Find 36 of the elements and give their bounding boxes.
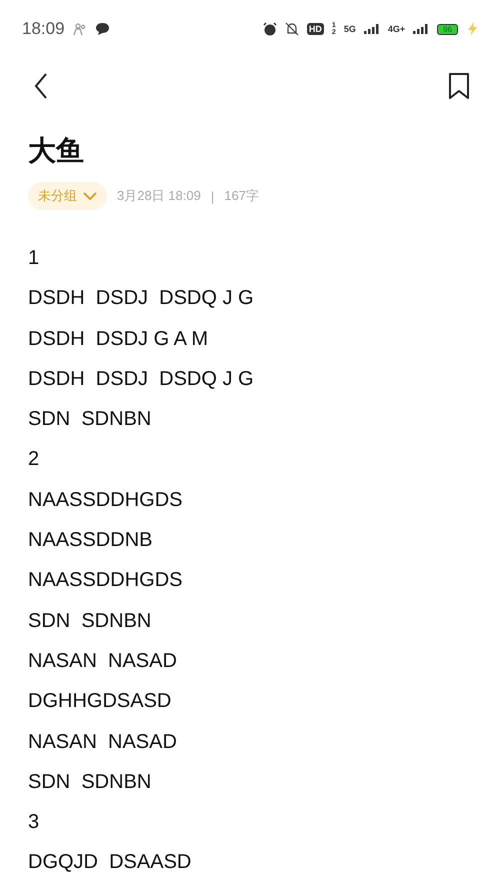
note-line: NAASSDDHGDS <box>28 488 184 513</box>
message-icon <box>94 22 110 36</box>
word-count: 167字 <box>224 187 259 205</box>
signal-icon <box>364 24 380 34</box>
group-dropdown[interactable]: 未分组 <box>28 182 107 210</box>
separator: | <box>210 188 214 204</box>
note-line: 3 <box>28 810 40 836</box>
battery-icon: 96 <box>437 24 458 34</box>
note-line: SDN SDNBN <box>28 770 152 795</box>
status-time: 18:09 <box>22 19 65 39</box>
note-line: NAASSDDNB <box>28 528 154 554</box>
note-line: SDN SDNBN <box>28 608 152 634</box>
note-line: DSDH DSDJ DSDQ J G <box>28 366 255 392</box>
note-line: NAASSDDHGDS <box>28 568 184 594</box>
note-line: DGHHGDSASD <box>28 689 172 714</box>
signal-icon <box>413 24 430 34</box>
note-line: SDN SDNBN <box>28 407 152 432</box>
note-title: 大鱼 <box>28 134 85 168</box>
network-label: 5G <box>344 24 356 34</box>
bell-off-icon <box>284 22 299 36</box>
note-date: 3月28日 18:09 <box>117 187 201 205</box>
bookmark-icon[interactable] <box>448 72 470 100</box>
note-line: 2 <box>28 447 40 472</box>
people-icon <box>72 22 87 36</box>
alarm-icon <box>262 22 277 36</box>
note-line: 1 <box>28 246 40 271</box>
note-line: DGQJD DSAASD <box>28 850 192 876</box>
back-icon[interactable] <box>34 73 48 99</box>
note-line: NASAN NASAD <box>28 648 178 674</box>
lightning-icon <box>466 22 478 36</box>
network-label: 4G+ <box>388 24 406 34</box>
note-line: DSDH DSDJ G A M <box>28 326 210 352</box>
chevron-down-icon <box>83 192 97 200</box>
note-line: DSDH DSDJ DSDQ J G <box>28 286 255 312</box>
hd-badge: HD <box>306 23 324 35</box>
note-line: NASAN NASAD <box>28 730 178 755</box>
